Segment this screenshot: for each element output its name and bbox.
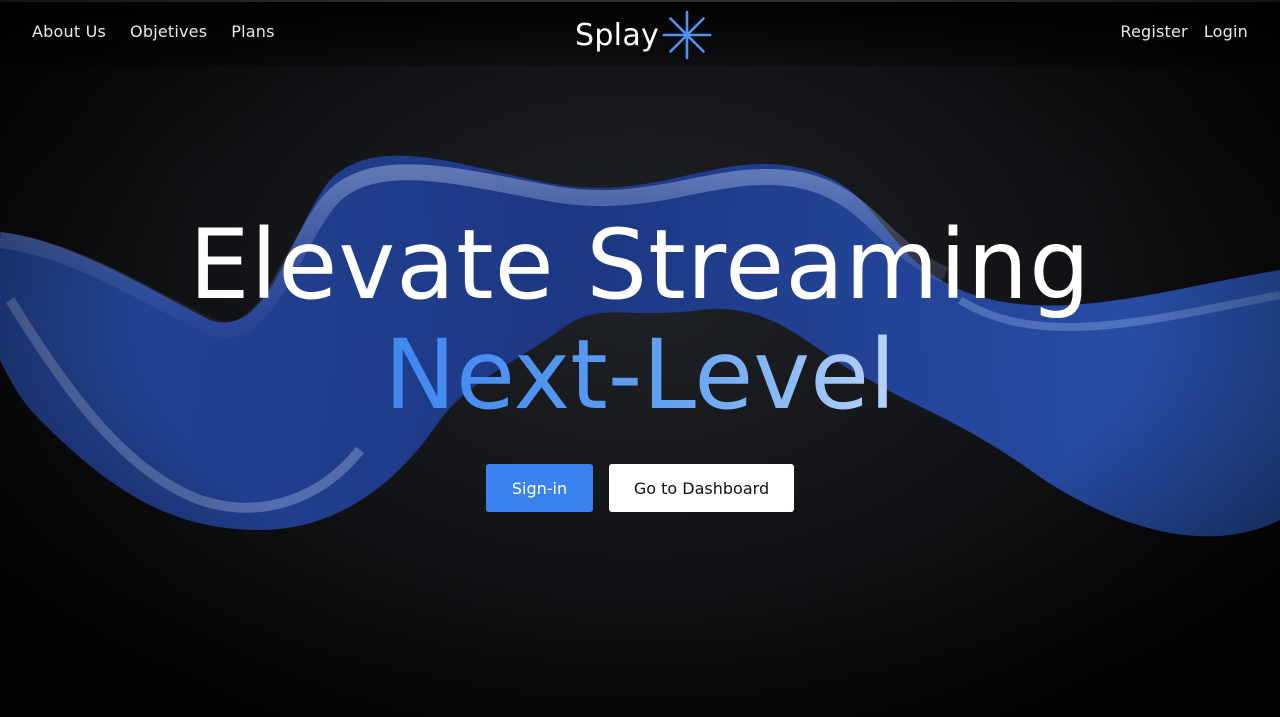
- nav-link-about-us[interactable]: About Us: [32, 22, 106, 41]
- nav-link-plans[interactable]: Plans: [231, 22, 274, 41]
- hero-actions: Sign-in Go to Dashboard: [486, 464, 794, 512]
- brand-name: Splay: [575, 17, 660, 53]
- asterisk-star-icon: [662, 10, 712, 60]
- nav-link-objetives[interactable]: Objetives: [130, 22, 207, 41]
- go-to-dashboard-button[interactable]: Go to Dashboard: [609, 464, 794, 512]
- nav-right-links: Register Login: [1120, 22, 1248, 41]
- login-link[interactable]: Login: [1204, 22, 1248, 41]
- top-navigation: About Us Objetives Plans Splay Register …: [0, 2, 1280, 66]
- hero-title: Elevate Streaming: [188, 209, 1092, 321]
- hero-subtitle-wrap: Next-Level: [0, 320, 1280, 430]
- brand-logo[interactable]: Splay: [575, 9, 713, 61]
- nav-left-links: About Us Objetives Plans: [32, 22, 275, 41]
- hero-section: Elevate Streaming Next-Level: [0, 210, 1280, 430]
- register-link[interactable]: Register: [1120, 22, 1187, 41]
- hero-subtitle: Next-Level: [384, 319, 896, 431]
- landing-page: About Us Objetives Plans Splay Register …: [0, 0, 1280, 717]
- sign-in-button[interactable]: Sign-in: [486, 464, 593, 512]
